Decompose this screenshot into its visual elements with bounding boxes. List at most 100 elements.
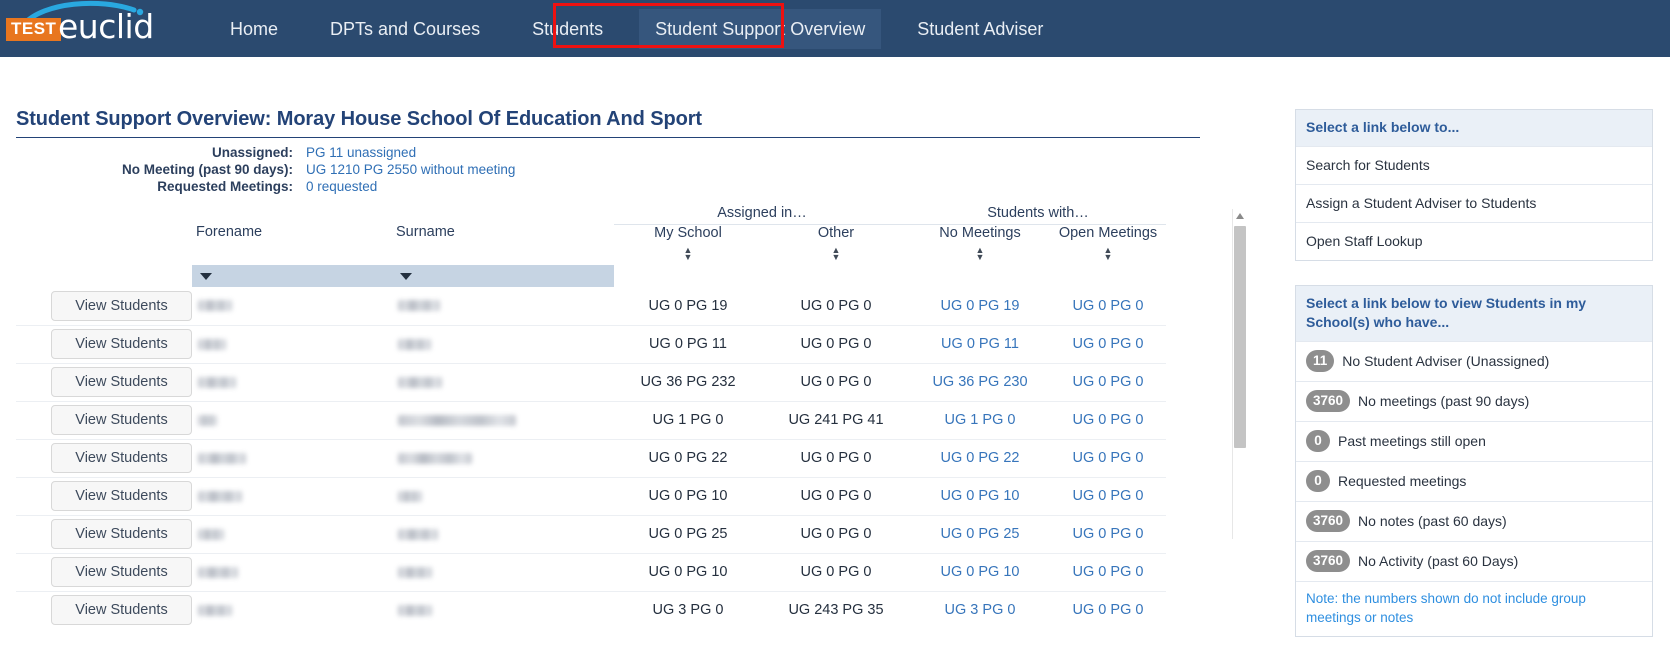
spacer-cell [16, 247, 192, 265]
sidebar-item-search-for-students[interactable]: Search for Students [1296, 146, 1652, 184]
view-students-button[interactable]: View Students [51, 595, 192, 626]
right-sidebar: Select a link below to... Search for Stu… [1295, 109, 1653, 661]
summary-block: Unassigned: PG 11 unassigned No Meeting … [16, 144, 1266, 195]
nav-item-dpts-and-courses[interactable]: DPTs and Courses [314, 9, 496, 49]
view-students-cell: View Students [16, 514, 192, 553]
cell-other: UG 0 PG 0 [762, 438, 910, 477]
column-header-no-meetings[interactable]: No Meetings [910, 224, 1050, 247]
cell-no-meetings[interactable]: UG 0 PG 10 [910, 476, 1050, 515]
scrollbar-thumb[interactable] [1234, 226, 1246, 448]
sidebar-item-label: Search for Students [1306, 157, 1430, 173]
summary-label: Unassigned: [211, 145, 293, 160]
view-students-cell: View Students [16, 400, 192, 439]
cell-open-meetings[interactable]: UG 0 PG 0 [1050, 590, 1166, 629]
scroll-up-icon[interactable] [1236, 213, 1244, 219]
euclid-logo[interactable]: TEST euclid [2, 0, 154, 57]
sort-toggle-other[interactable]: ▲ ▼ [762, 246, 910, 265]
view-students-button[interactable]: View Students [51, 290, 192, 321]
cell-open-meetings[interactable]: UG 0 PG 0 [1050, 324, 1166, 363]
sort-toggle-no-meetings[interactable]: ▲ ▼ [910, 246, 1050, 265]
cell-open-meetings[interactable]: UG 0 PG 0 [1050, 476, 1166, 515]
summary-link-no-meeting[interactable]: UG 1210 PG 2550 without meeting [306, 161, 515, 178]
spacer-cell [910, 265, 1050, 287]
column-header-forename[interactable]: Forename [192, 224, 392, 247]
cell-no-meetings[interactable]: UG 36 PG 230 [910, 362, 1050, 401]
sidebar-filter-item[interactable]: 3760 No notes (past 60 days) [1296, 501, 1652, 541]
cell-open-meetings[interactable]: UG 0 PG 0 [1050, 400, 1166, 439]
nav-item-student-adviser[interactable]: Student Adviser [901, 9, 1059, 49]
nav-item-student-support-overview[interactable]: Student Support Overview [639, 8, 882, 49]
group-header-assigned-in: Assigned in… [614, 202, 910, 225]
cell-no-meetings[interactable]: UG 0 PG 19 [910, 287, 1050, 325]
sort-toggle-my-school[interactable]: ▲ ▼ [614, 246, 762, 265]
view-students-button[interactable]: View Students [51, 481, 192, 511]
nav-item-list: Home DPTs and Courses Students Student S… [204, 0, 1069, 57]
summary-link-unassigned[interactable]: PG 11 unassigned [306, 144, 416, 161]
sidebar-filter-item[interactable]: 3760 No Activity (past 60 Days) [1296, 541, 1652, 581]
summary-label: No Meeting (past 90 days): [121, 162, 293, 177]
table-row: View Students UG 0 PG 25 UG 0 PG 0 UG 0 PG … [16, 514, 1166, 553]
sidebar-item-label: Open Staff Lookup [1306, 233, 1423, 249]
chevron-down-icon [400, 273, 412, 280]
column-header-surname[interactable]: Surname [392, 224, 614, 247]
column-header-my-school[interactable]: My School [614, 224, 762, 247]
sidebar-item-label: No Activity (past 60 Days) [1358, 553, 1519, 569]
sidebar-filter-item[interactable]: 0 Past meetings still open [1296, 421, 1652, 461]
chevron-down-icon [200, 273, 212, 280]
cell-open-meetings[interactable]: UG 0 PG 0 [1050, 514, 1166, 553]
redacted-forename [198, 490, 242, 502]
cell-no-meetings[interactable]: UG 0 PG 25 [910, 514, 1050, 553]
table-row: View Students UG 36 PG 232 UG 0 PG 0 UG 36 … [16, 362, 1166, 401]
nav-item-students[interactable]: Students [516, 9, 619, 49]
cell-no-meetings[interactable]: UG 0 PG 11 [910, 324, 1050, 363]
cell-other: UG 0 PG 0 [762, 476, 910, 515]
cell-my-school: UG 3 PG 0 [614, 590, 762, 629]
cell-other: UG 243 PG 35 [762, 590, 910, 629]
redacted-forename [198, 300, 232, 312]
sort-toggle-open-meetings[interactable]: ▲ ▼ [1050, 245, 1166, 265]
view-students-button[interactable]: View Students [51, 367, 192, 397]
cell-forename [192, 514, 392, 553]
table-row: View Students UG 0 PG 11 UG 0 PG 0 UG 0 PG … [16, 324, 1166, 363]
cell-open-meetings[interactable]: UG 0 PG 0 [1050, 552, 1166, 591]
count-badge: 0 [1306, 470, 1330, 492]
summary-row-unassigned: Unassigned: PG 11 unassigned [16, 144, 1266, 161]
redacted-surname [398, 490, 422, 502]
sort-updown-icon: ▲ ▼ [1103, 245, 1113, 262]
view-students-button[interactable]: View Students [51, 329, 192, 359]
sidebar-filter-item[interactable]: 0 Requested meetings [1296, 461, 1652, 501]
cell-no-meetings[interactable]: UG 3 PG 0 [910, 590, 1050, 629]
view-students-button[interactable]: View Students [51, 405, 192, 435]
cell-no-meetings[interactable]: UG 1 PG 0 [910, 400, 1050, 439]
cell-surname [392, 590, 614, 629]
sidebar-filter-item[interactable]: 11 No Student Adviser (Unassigned) [1296, 341, 1652, 381]
count-badge: 11 [1306, 350, 1335, 372]
cell-surname [392, 514, 614, 553]
cell-open-meetings[interactable]: UG 0 PG 0 [1050, 287, 1166, 325]
table-vertical-scrollbar[interactable] [1232, 209, 1246, 539]
cell-open-meetings[interactable]: UG 0 PG 0 [1050, 362, 1166, 401]
sidebar-item-open-staff-lookup[interactable]: Open Staff Lookup [1296, 222, 1652, 260]
cell-no-meetings[interactable]: UG 0 PG 22 [910, 438, 1050, 477]
cell-my-school: UG 0 PG 25 [614, 514, 762, 553]
sidebar-filter-item[interactable]: 3760 No meetings (past 90 days) [1296, 381, 1652, 421]
filter-surname[interactable] [392, 265, 614, 287]
redacted-surname [398, 528, 438, 540]
nav-item-home[interactable]: Home [214, 9, 294, 49]
column-header-open-meetings[interactable]: Open Meetings [1050, 224, 1166, 247]
column-header-other[interactable]: Other [762, 224, 910, 247]
table-group-header-row: Assigned in… Students with… [16, 202, 1166, 225]
view-students-button[interactable]: View Students [51, 443, 192, 473]
redacted-forename [198, 528, 224, 540]
sidebar-item-assign-student-adviser[interactable]: Assign a Student Adviser to Students [1296, 184, 1652, 222]
cell-other: UG 0 PG 0 [762, 362, 910, 401]
view-students-button[interactable]: View Students [51, 557, 192, 587]
count-badge: 3760 [1306, 390, 1351, 412]
cell-my-school: UG 0 PG 11 [614, 324, 762, 363]
cell-no-meetings[interactable]: UG 0 PG 10 [910, 552, 1050, 591]
summary-link-requested[interactable]: 0 requested [306, 178, 377, 195]
cell-open-meetings[interactable]: UG 0 PG 0 [1050, 438, 1166, 477]
view-students-button[interactable]: View Students [51, 519, 192, 549]
filter-forename[interactable] [192, 265, 392, 287]
table-column-header-row: Forename Surname My School Other No Meet… [16, 224, 1166, 247]
